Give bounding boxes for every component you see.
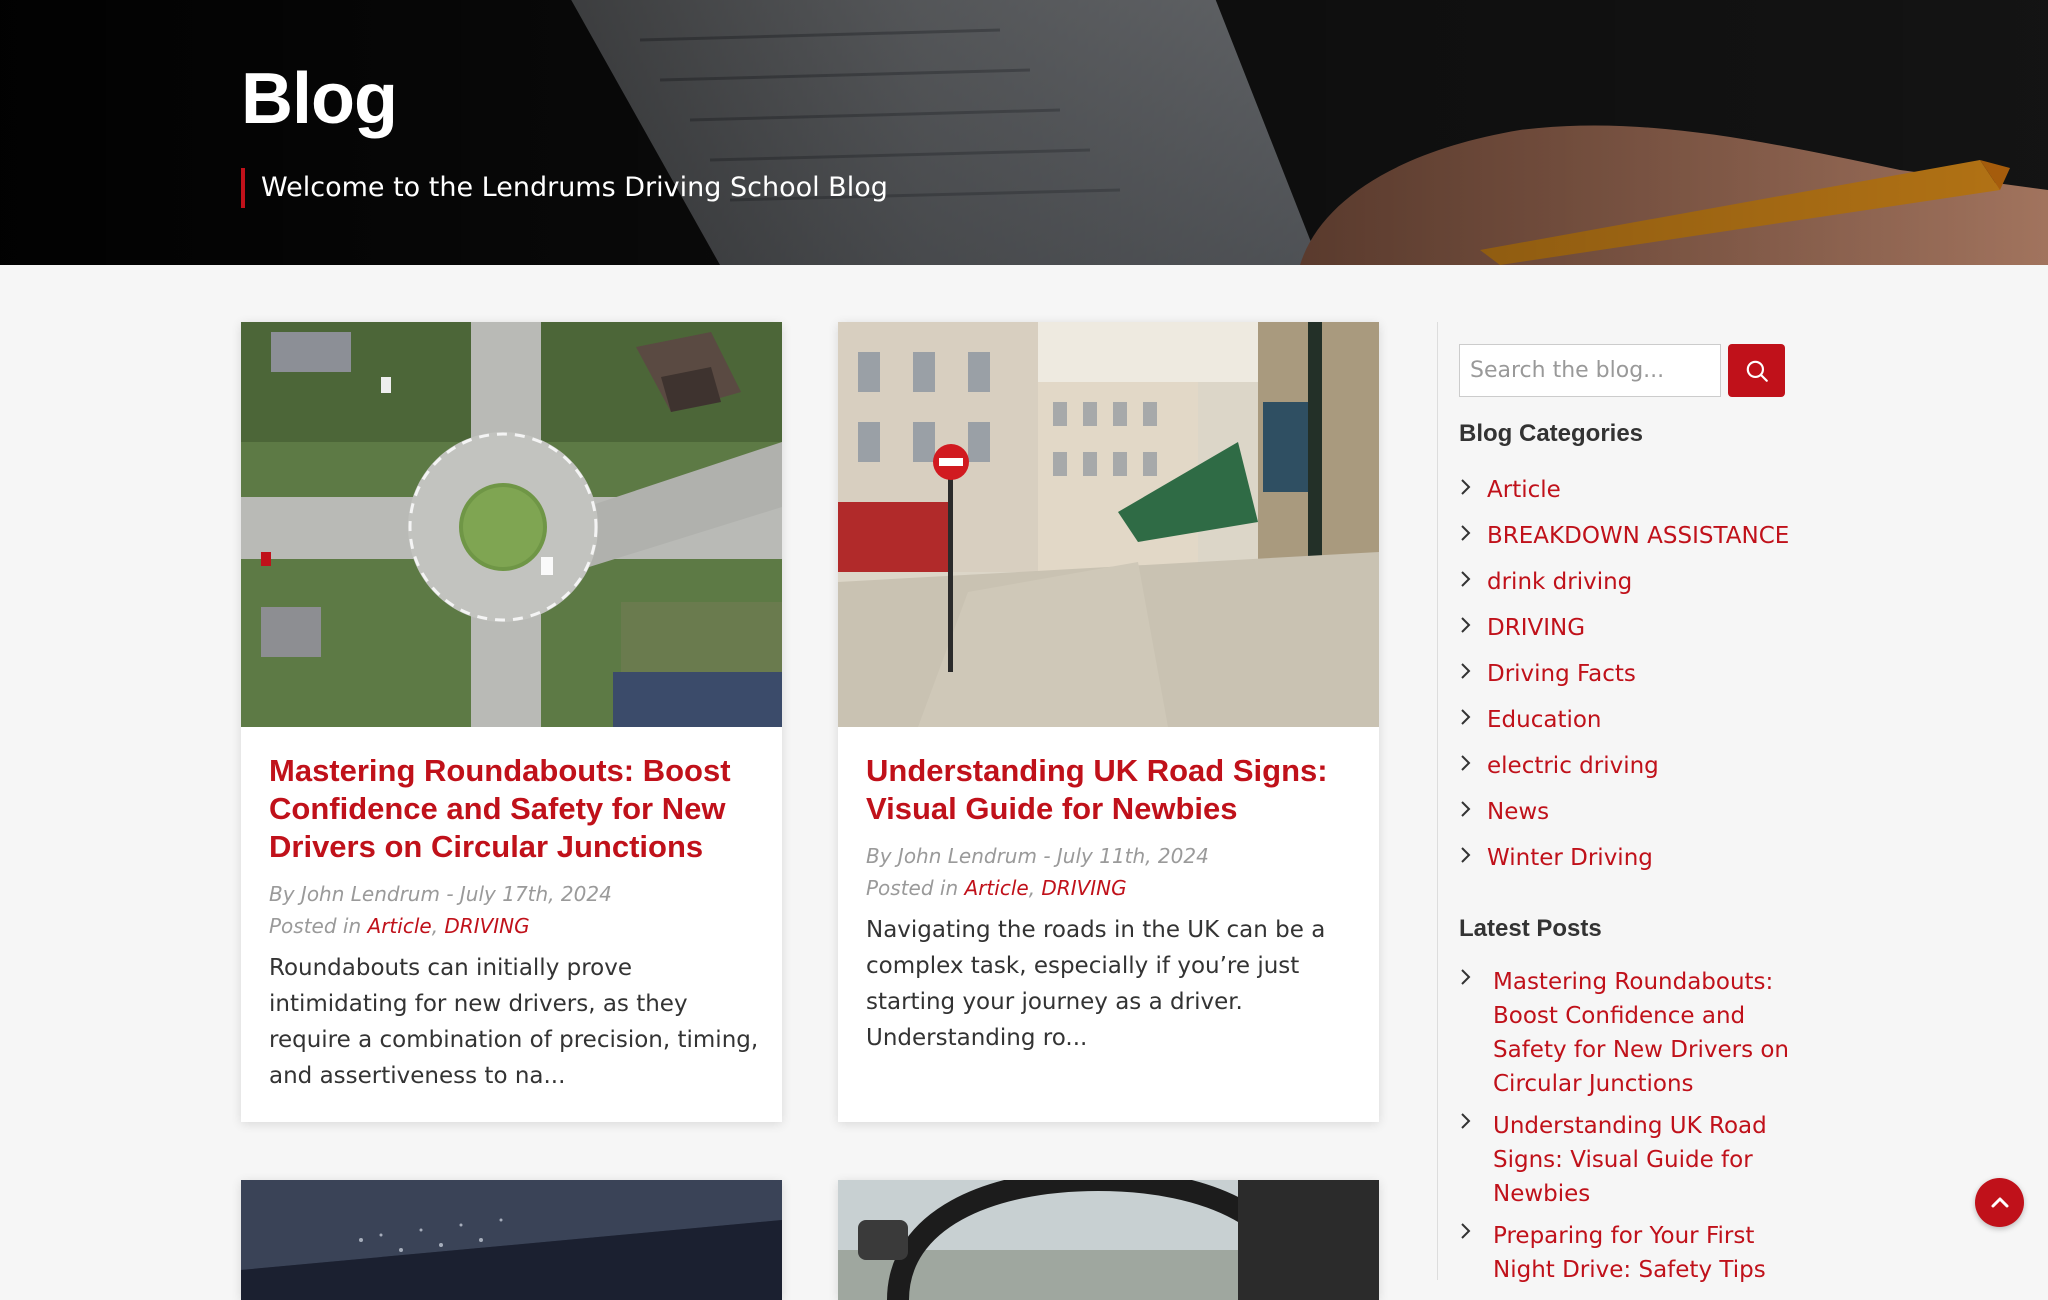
page-title: Blog: [241, 59, 398, 139]
chevron-right-icon: [1459, 661, 1487, 687]
post-image-street[interactable]: [838, 322, 1379, 727]
post-category-link[interactable]: Article: [368, 914, 432, 938]
chevron-right-icon: [1459, 799, 1487, 825]
posted-in-label: Posted in: [866, 876, 959, 900]
post-categories: Posted in Article, DRIVING: [866, 876, 1127, 900]
latest-post-item: Understanding UK Road Signs: Visual Guid…: [1459, 1109, 1789, 1211]
chevron-right-icon: [1459, 477, 1487, 503]
post-category-link[interactable]: Article: [965, 876, 1029, 900]
category-item: News: [1459, 789, 1789, 835]
post-byline: By John Lendrum - July 11th, 2024: [866, 844, 1209, 868]
chevron-right-icon: [1459, 569, 1487, 595]
latest-post-link[interactable]: Preparing for Your First Night Drive: Sa…: [1493, 1219, 1789, 1287]
post-excerpt: Navigating the roads in the UK can be a …: [866, 917, 1326, 1051]
latest-posts-list: Mastering Roundabouts: Boost Confidence …: [1459, 965, 1789, 1295]
search-icon: [1746, 360, 1768, 382]
category-link-news[interactable]: News: [1487, 799, 1549, 825]
post-category-link[interactable]: DRIVING: [444, 914, 529, 938]
category-link-article[interactable]: Article: [1487, 477, 1561, 503]
sidebar-divider: [1437, 322, 1438, 1280]
chevron-right-icon: [1459, 753, 1487, 779]
latest-post-link[interactable]: Mastering Roundabouts: Boost Confidence …: [1493, 965, 1789, 1101]
chevron-right-icon: [1459, 845, 1487, 871]
category-link-driving[interactable]: DRIVING: [1487, 615, 1585, 641]
back-to-top-button[interactable]: [1975, 1178, 2024, 1227]
category-link-electric-driving[interactable]: electric driving: [1487, 753, 1659, 779]
post-card-road-signs: Understanding UK Road Signs: Visual Guid…: [838, 322, 1379, 1122]
category-item: Winter Driving: [1459, 835, 1789, 881]
post-categories: Posted in Article, DRIVING: [269, 914, 530, 938]
blog-categories-heading: Blog Categories: [1459, 420, 1644, 447]
post-card-preview[interactable]: [838, 1180, 1379, 1300]
post-image-roundabout[interactable]: [241, 322, 782, 727]
category-item: Driving Facts: [1459, 651, 1789, 697]
post-title-link[interactable]: Mastering Roundabouts: Boost Confidence …: [269, 752, 759, 866]
category-link-breakdown-assistance[interactable]: BREAKDOWN ASSISTANCE: [1487, 523, 1789, 549]
post-byline: By John Lendrum - July 17th, 2024: [269, 882, 612, 906]
latest-post-item: Preparing for Your First Night Drive: Sa…: [1459, 1219, 1789, 1287]
post-card-roundabouts: Mastering Roundabouts: Boost Confidence …: [241, 322, 782, 1122]
category-link-drink-driving[interactable]: drink driving: [1487, 569, 1632, 595]
category-item: Article: [1459, 467, 1789, 513]
post-body: Mastering Roundabouts: Boost Confidence …: [269, 752, 759, 1094]
hero-banner: Blog Welcome to the Lendrums Driving Sch…: [0, 0, 2048, 265]
latest-post-item: Mastering Roundabouts: Boost Confidence …: [1459, 965, 1789, 1101]
post-title-link[interactable]: Understanding UK Road Signs: Visual Guid…: [866, 752, 1356, 828]
category-item: BREAKDOWN ASSISTANCE: [1459, 513, 1789, 559]
category-link-education[interactable]: Education: [1487, 707, 1602, 733]
post-card-preview[interactable]: [241, 1180, 782, 1300]
chevron-right-icon: [1459, 707, 1487, 733]
category-link-driving-facts[interactable]: Driving Facts: [1487, 661, 1636, 687]
chevron-right-icon: [1459, 965, 1493, 993]
category-item: electric driving: [1459, 743, 1789, 789]
category-item: DRIVING: [1459, 605, 1789, 651]
category-item: drink driving: [1459, 559, 1789, 605]
blog-categories-list: Article BREAKDOWN ASSISTANCE drink drivi…: [1459, 467, 1789, 881]
chevron-right-icon: [1459, 615, 1487, 641]
post-image-steering-wheel: [838, 1180, 1379, 1300]
post-image-night-drive: [241, 1180, 782, 1300]
page-tagline: Welcome to the Lendrums Driving School B…: [241, 168, 888, 208]
post-excerpt: Roundabouts can initially prove intimida…: [269, 955, 759, 1089]
blog-search-button[interactable]: [1728, 344, 1785, 397]
chevron-right-icon: [1459, 1219, 1493, 1247]
post-body: Understanding UK Road Signs: Visual Guid…: [866, 752, 1356, 1056]
category-item: Education: [1459, 697, 1789, 743]
latest-posts-heading: Latest Posts: [1459, 915, 1602, 942]
latest-post-link[interactable]: Understanding UK Road Signs: Visual Guid…: [1493, 1109, 1789, 1211]
category-link-winter-driving[interactable]: Winter Driving: [1487, 845, 1653, 871]
chevron-up-icon: [1991, 1197, 2008, 1207]
blog-search-input[interactable]: [1459, 344, 1721, 397]
post-category-link[interactable]: DRIVING: [1041, 876, 1126, 900]
posted-in-label: Posted in: [269, 914, 362, 938]
chevron-right-icon: [1459, 523, 1487, 549]
chevron-right-icon: [1459, 1109, 1493, 1137]
